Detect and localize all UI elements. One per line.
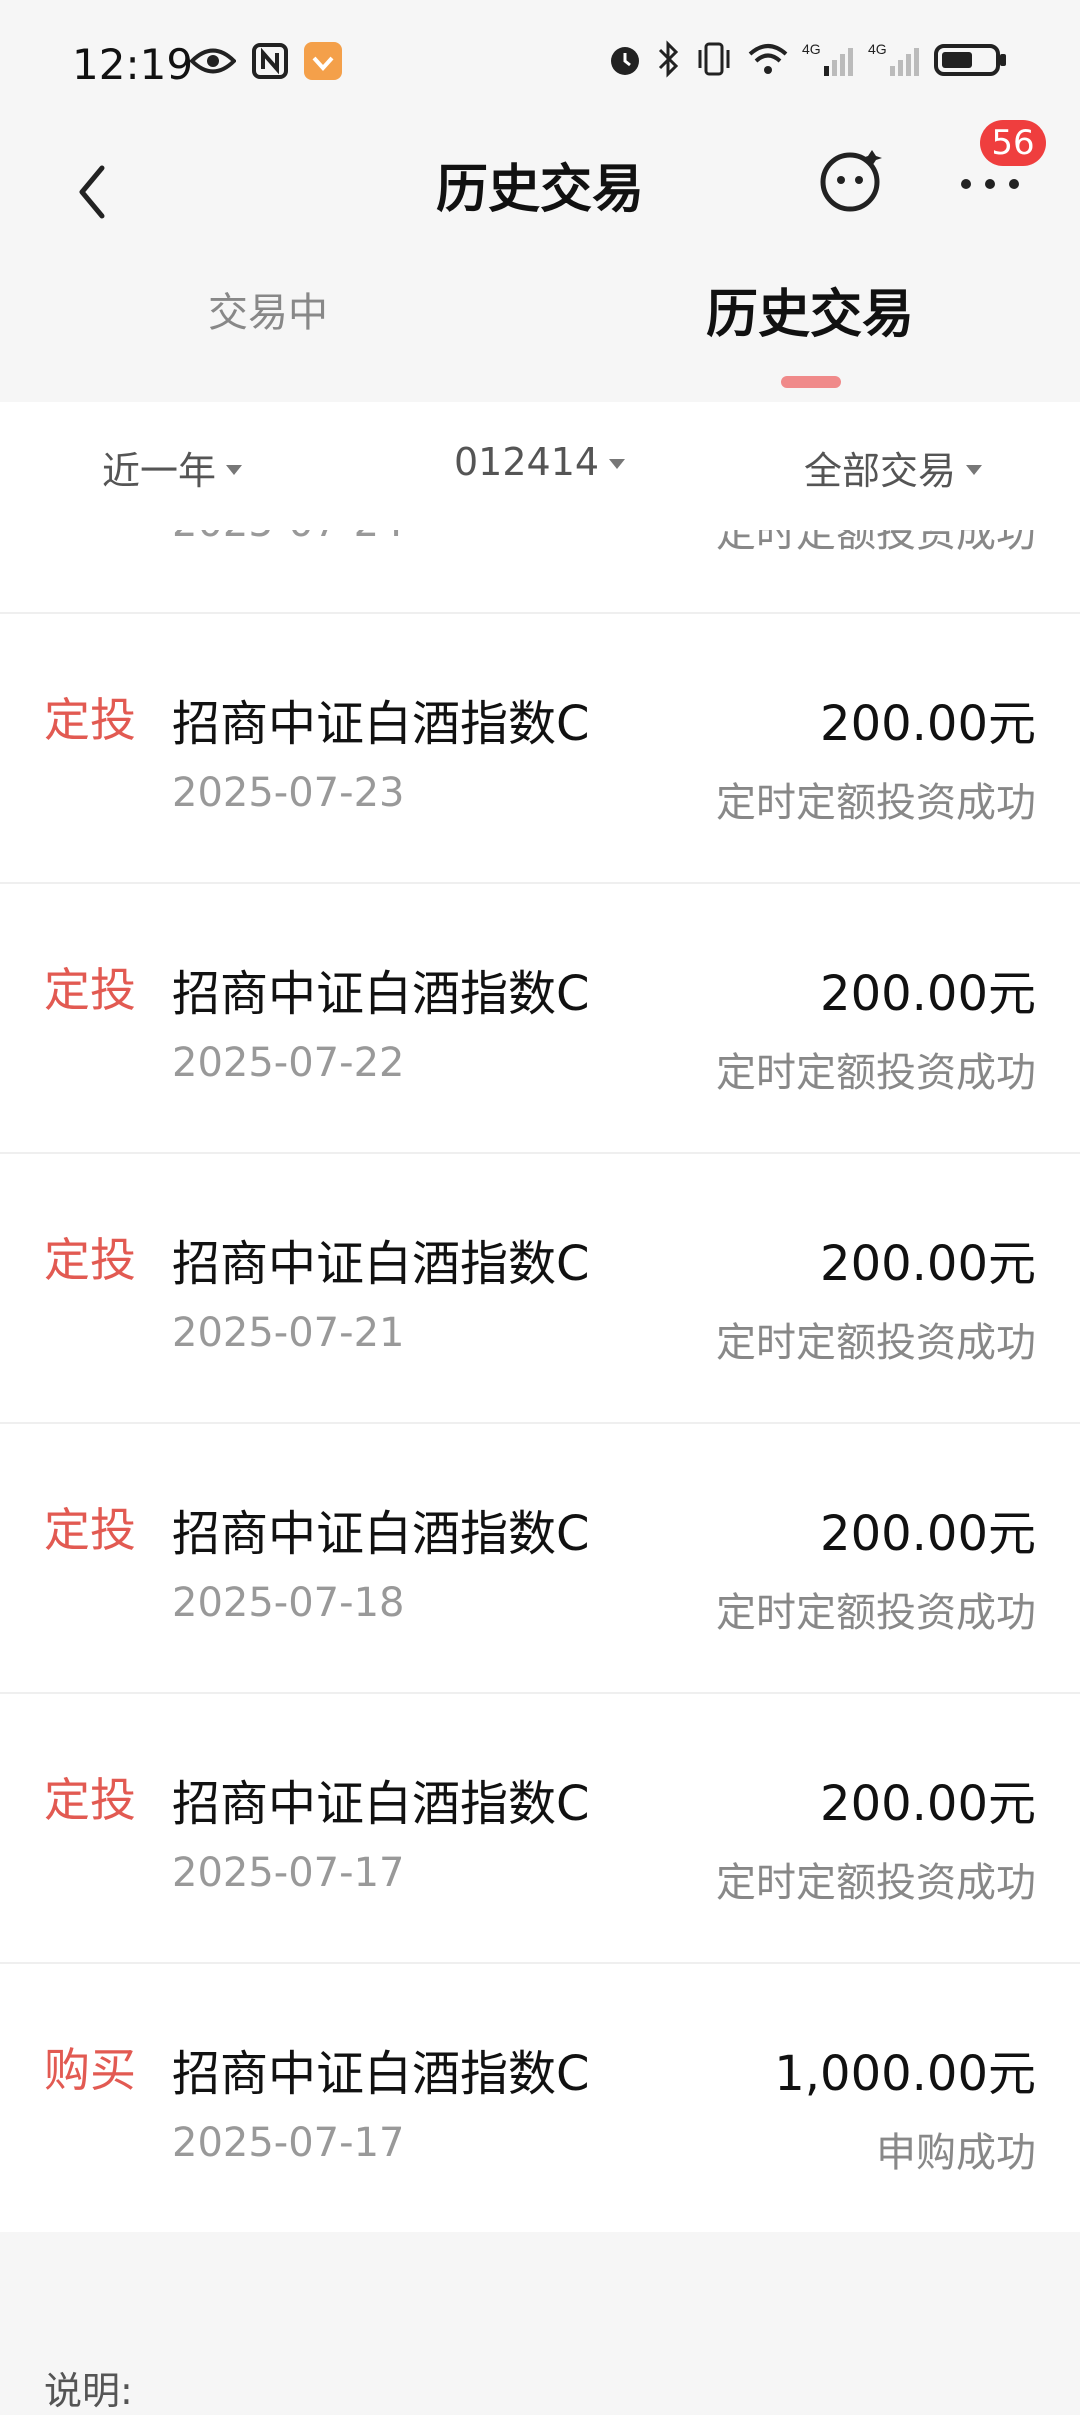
filter-transaction-type-label: 全部交易	[804, 449, 957, 493]
transaction-amount: 200.00元	[820, 696, 1036, 752]
transaction-date: 2025-07-22	[172, 1040, 405, 1086]
app-notification-icon	[304, 42, 342, 80]
svg-text:4G: 4G	[868, 41, 887, 57]
transaction-amount: 200.00元	[820, 1776, 1036, 1832]
transaction-type: 定投	[44, 1233, 136, 1287]
battery-icon	[934, 40, 1008, 78]
transaction-status: 定时定额投资成功	[716, 530, 1036, 556]
filter-transaction-type[interactable]: 全部交易	[804, 440, 983, 495]
wifi-icon	[746, 40, 790, 78]
note-label: 说明:	[44, 2369, 133, 2413]
caret-down-icon	[609, 459, 626, 469]
transaction-status: 定时定额投资成功	[716, 1860, 1036, 1906]
transaction-date: 2025-07-24	[172, 530, 404, 546]
transaction-date: 2025-07-17	[172, 1850, 405, 1896]
list-item[interactable]: 2025-07-24 定时定额投资成功	[0, 530, 1080, 614]
transaction-type: 定投	[44, 1773, 136, 1827]
transaction-date: 2025-07-23	[172, 770, 405, 816]
assistant-button[interactable]	[810, 140, 890, 220]
smile-face-icon	[820, 150, 882, 212]
filter-fund-code-label: 012414	[454, 440, 600, 484]
fund-name: 招商中证白酒指数C	[172, 1506, 590, 1562]
transaction-status: 定时定额投资成功	[716, 1050, 1036, 1096]
signal-icon-2: 4G	[868, 40, 922, 78]
transaction-amount: 200.00元	[820, 1236, 1036, 1292]
transaction-status: 申购成功	[876, 2130, 1036, 2176]
fund-name: 招商中证白酒指数C	[172, 696, 590, 752]
filter-period-label: 近一年	[102, 449, 217, 493]
list-item[interactable]: 定投 招商中证白酒指数C 200.00元 2025-07-18 定时定额投资成功	[0, 1424, 1080, 1694]
transaction-date: 2025-07-18	[172, 1580, 405, 1626]
fund-name: 招商中证白酒指数C	[172, 2046, 590, 2102]
transaction-amount: 1,000.00元	[774, 2046, 1036, 2102]
fund-name: 招商中证白酒指数C	[172, 966, 590, 1022]
transaction-type: 购买	[44, 2043, 136, 2097]
nfc-icon	[252, 43, 288, 79]
caret-down-icon	[966, 464, 983, 475]
signal-icon-1: 4G	[802, 40, 856, 78]
filter-fund-code[interactable]: 012414	[454, 440, 626, 484]
status-left-icons	[190, 42, 342, 80]
transaction-date: 2025-07-17	[172, 2120, 405, 2166]
active-tab-indicator	[781, 376, 841, 388]
svg-text:4G: 4G	[802, 41, 821, 57]
vibrate-icon	[694, 40, 734, 78]
list-item[interactable]: 定投 招商中证白酒指数C 200.00元 2025-07-17 定时定额投资成功	[0, 1694, 1080, 1964]
filter-period[interactable]: 近一年	[102, 440, 243, 495]
alarm-icon	[606, 40, 644, 78]
eye-icon	[190, 46, 236, 76]
transaction-type: 定投	[44, 963, 136, 1017]
transaction-type: 定投	[44, 1503, 136, 1557]
fund-name: 招商中证白酒指数C	[172, 1236, 590, 1292]
tab-bar: 交易中 历史交易	[0, 250, 1080, 402]
tab-history[interactable]: 历史交易	[706, 272, 914, 347]
list-item[interactable]: 购买 招商中证白酒指数C 1,000.00元 2025-07-17 申购成功	[0, 1964, 1080, 2232]
transaction-status: 定时定额投资成功	[716, 1590, 1036, 1636]
list-item[interactable]: 定投 招商中证白酒指数C 200.00元 2025-07-22 定时定额投资成功	[0, 884, 1080, 1154]
status-right-icons: 4G 4G	[606, 40, 1008, 78]
transaction-type: 定投	[44, 693, 136, 747]
bluetooth-icon	[656, 40, 682, 78]
transaction-status: 定时定额投资成功	[716, 1320, 1036, 1366]
transaction-amount: 200.00元	[820, 966, 1036, 1022]
status-bar: 12:19 4G 4G	[0, 0, 1080, 130]
tab-in-progress[interactable]: 交易中	[208, 280, 328, 338]
page-title: 历史交易	[435, 160, 644, 220]
transaction-amount: 200.00元	[820, 1506, 1036, 1562]
caret-down-icon	[226, 464, 243, 475]
transaction-list: 2025-07-24 定时定额投资成功 定投 招商中证白酒指数C 200.00元…	[0, 530, 1080, 2232]
list-item[interactable]: 定投 招商中证白酒指数C 200.00元 2025-07-21 定时定额投资成功	[0, 1154, 1080, 1424]
filter-bar: 近一年 012414 全部交易	[0, 402, 1080, 532]
transaction-status: 定时定额投资成功	[716, 780, 1036, 826]
notification-badge: 56	[980, 120, 1046, 166]
list-item[interactable]: 定投 招商中证白酒指数C 200.00元 2025-07-23 定时定额投资成功	[0, 614, 1080, 884]
fund-name: 招商中证白酒指数C	[172, 1776, 590, 1832]
app-header: 历史交易	[0, 130, 1080, 250]
status-time: 12:19	[72, 40, 194, 89]
transaction-date: 2025-07-21	[172, 1310, 405, 1356]
